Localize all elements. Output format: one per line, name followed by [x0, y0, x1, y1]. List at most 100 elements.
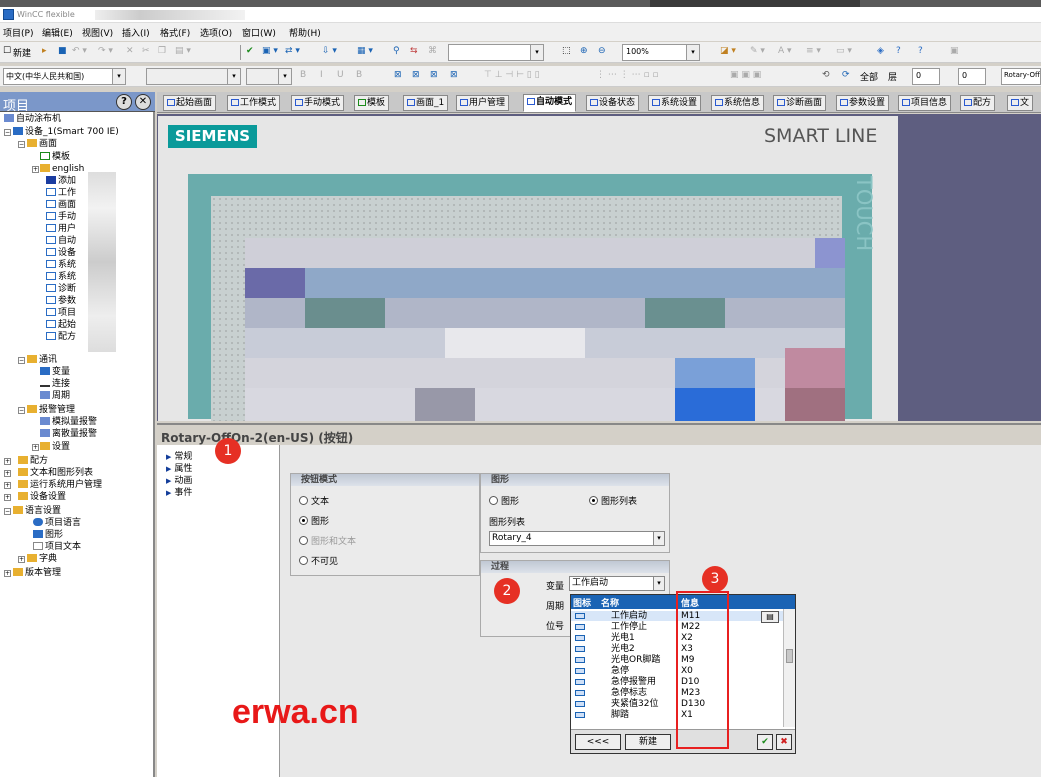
tree-alarm[interactable]: 报警管理	[27, 405, 75, 416]
tree-device[interactable]: 设备_1(Smart 700 IE)	[13, 127, 119, 138]
tree-screen[interactable]: 起始	[46, 320, 76, 331]
tab-screen-1[interactable]: 画面_1	[403, 95, 449, 111]
menu-options[interactable]: 选项(O)	[200, 26, 232, 39]
align-justify-icon[interactable]: ⊠	[450, 70, 458, 80]
tab-start-screen[interactable]: 起始画面	[163, 95, 217, 111]
tree-screen[interactable]: 配方	[46, 332, 76, 343]
new-tag-button[interactable]: 新建	[625, 734, 671, 750]
tree-toggle[interactable]: +	[18, 556, 25, 563]
radio-invisible[interactable]: 不可见	[299, 554, 338, 567]
tree-settings[interactable]: 设置	[40, 442, 70, 453]
font-color-icon[interactable]: A ▾	[778, 46, 792, 56]
tree-runtime-users[interactable]: 运行系统用户管理	[18, 480, 102, 491]
check-icon[interactable]: ✔	[246, 46, 254, 56]
tab-device-status[interactable]: 设备状态	[586, 95, 640, 111]
tree-add-screen[interactable]: 添加	[46, 176, 76, 187]
scrollbar-thumb[interactable]	[786, 649, 793, 663]
back-button[interactable]: <<<	[575, 734, 621, 750]
context-help-icon[interactable]: ?	[918, 46, 923, 56]
transfer-icon[interactable]: ⇄ ▾	[285, 46, 300, 56]
language-combo[interactable]: 中文(中华人民共和国) ▾	[3, 68, 126, 85]
tree-screen[interactable]: 参数	[46, 296, 76, 307]
tab-auto-mode[interactable]: 自动模式	[523, 94, 577, 112]
tab-system-info[interactable]: 系统信息	[711, 95, 765, 111]
whats-this-icon[interactable]: ?	[896, 46, 901, 56]
line-style-icon[interactable]: ≡ ▾	[806, 46, 821, 56]
tree-analog[interactable]: 模拟量报警	[40, 417, 97, 428]
align-center-icon[interactable]: ⊠	[412, 70, 420, 80]
align-right-icon[interactable]: ⊠	[430, 70, 438, 80]
font-size-combo[interactable]: ▾	[246, 68, 292, 85]
tree-toggle[interactable]: −	[18, 357, 25, 364]
underline-icon[interactable]: U	[337, 70, 344, 80]
menu-project[interactable]: 项目(P)	[3, 26, 33, 39]
menu-format[interactable]: 格式(F)	[160, 26, 190, 39]
redo-icon[interactable]: ↷ ▾	[98, 46, 113, 56]
tree-toggle[interactable]: +	[4, 494, 11, 501]
paste-icon[interactable]: ▤ ▾	[175, 46, 191, 56]
search-combo[interactable]: ▾	[448, 44, 544, 61]
strike-icon[interactable]: B	[356, 70, 362, 80]
tree-english[interactable]: english	[40, 164, 84, 175]
graphic-list-combo[interactable]: Rotary_4 ▾	[489, 531, 665, 546]
tree-device-settings[interactable]: 设备设置	[18, 492, 66, 503]
layer-spinner[interactable]: 0	[912, 68, 940, 85]
tree-toggle[interactable]: −	[18, 407, 25, 414]
tree-project-text[interactable]: 项目文本	[33, 542, 81, 553]
tree-version[interactable]: 版本管理	[13, 568, 61, 579]
open-icon[interactable]: ▸	[42, 46, 47, 56]
menu-help[interactable]: 帮助(H)	[289, 26, 321, 39]
tree-root[interactable]: 自动涂布机	[4, 114, 61, 125]
tree-dictionary[interactable]: 字典	[27, 554, 57, 565]
tree-screen[interactable]: 设备	[46, 248, 76, 259]
tree-screens[interactable]: 画面	[27, 139, 57, 150]
font-combo[interactable]: ▾	[146, 68, 241, 85]
tree-toggle[interactable]: +	[4, 570, 11, 577]
tree-toggle[interactable]: −	[4, 508, 11, 515]
tab-project-info[interactable]: 项目信息	[898, 95, 952, 111]
help-icon[interactable]: ◈	[877, 46, 884, 56]
tab-text[interactable]: 文	[1007, 95, 1034, 111]
zoom-area-icon[interactable]: ⬚	[562, 46, 571, 56]
delete-icon[interactable]: ✕	[126, 46, 134, 56]
object-combo[interactable]: Rotary-Off	[1001, 68, 1041, 85]
nav-events[interactable]: 事件	[166, 485, 192, 498]
tree-lang-settings[interactable]: 语言设置	[13, 506, 61, 517]
tab-parameters[interactable]: 参数设置	[836, 95, 890, 111]
tree-screen[interactable]: 工作	[46, 188, 76, 199]
copy-icon[interactable]: ❐	[158, 46, 166, 56]
tree-toggle[interactable]: +	[4, 470, 11, 477]
tree-toggle[interactable]: −	[4, 129, 11, 136]
tree-comm[interactable]: 通讯	[27, 355, 57, 366]
screen-editor[interactable]: SIEMENS SMART LINE TOUCH	[157, 114, 1041, 421]
tree-screen[interactable]: 项目	[46, 308, 76, 319]
tree-toggle[interactable]: +	[4, 458, 11, 465]
tree-vars[interactable]: 变量	[40, 367, 70, 378]
line-width-icon[interactable]: ▭ ▾	[836, 46, 852, 56]
menu-edit[interactable]: 编辑(E)	[42, 26, 73, 39]
tree-discrete[interactable]: 离散量报警	[40, 429, 97, 440]
tree-screen[interactable]: 诊断	[46, 284, 76, 295]
radio-graphic-text[interactable]: 图形和文本	[299, 534, 356, 547]
tag-scrollbar[interactable]	[783, 609, 795, 727]
tree-graphics[interactable]: 图形	[33, 530, 63, 541]
object-align-icons[interactable]: ⊤ ⊥ ⊣ ⊢ ▯ ▯	[484, 70, 540, 80]
layer-icon[interactable]: ⟲	[822, 70, 830, 80]
menu-insert[interactable]: 插入(I)	[122, 26, 150, 39]
line-color-icon[interactable]: ✎ ▾	[750, 46, 765, 56]
pin-icon[interactable]: ?	[116, 94, 132, 110]
tree-toggle[interactable]: +	[4, 482, 11, 489]
tree-conn[interactable]: 连接	[40, 379, 70, 390]
zoom-in-icon[interactable]: ⊕	[580, 46, 588, 56]
tab-manual-mode[interactable]: 手动模式	[291, 95, 345, 111]
tab-recipe[interactable]: 配方	[960, 95, 996, 111]
layer-all-icon[interactable]: ⟳	[842, 70, 850, 80]
tree-screen[interactable]: 手动	[46, 212, 76, 223]
confirm-icon[interactable]: ✔	[757, 734, 773, 750]
tree-toggle[interactable]: −	[18, 141, 25, 148]
bold-icon[interactable]: B	[300, 70, 306, 80]
properties-icon[interactable]: ▦ ▾	[357, 46, 373, 56]
tab-template[interactable]: 模板	[354, 95, 390, 111]
tree-screen[interactable]: 用户	[46, 224, 76, 235]
tag-properties-icon[interactable]: ▤	[761, 611, 779, 623]
